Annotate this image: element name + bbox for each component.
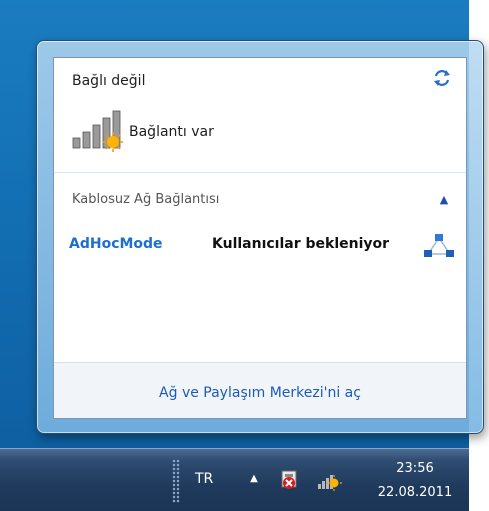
open-network-center-link[interactable]: Ağ ve Paylaşım Merkezi'ni aç	[54, 385, 466, 401]
section-divider	[54, 172, 466, 173]
connection-status-title: Bağlı değil	[72, 73, 146, 89]
collapse-button[interactable]: ▲	[436, 192, 452, 208]
clock-date: 22.08.2011	[377, 485, 453, 500]
refresh-icon	[434, 70, 450, 86]
refresh-button[interactable]	[430, 66, 454, 90]
wifi-signal-icon	[72, 110, 123, 152]
clock-time: 23:56	[396, 461, 434, 476]
wireless-section-title: Kablosuz Ağ Bağlantısı	[72, 192, 220, 207]
chevron-up-icon: ▲	[439, 193, 449, 206]
language-indicator[interactable]: TR	[195, 471, 213, 487]
chevron-up-icon: ▲	[250, 473, 258, 484]
adhoc-network-icon	[424, 234, 454, 257]
action-center-icon[interactable]	[278, 469, 300, 491]
network-tray-icon[interactable]	[316, 469, 342, 491]
tray-grip[interactable]	[172, 459, 180, 503]
network-name: AdHocMode	[69, 236, 163, 252]
network-status: Kullanıcılar bekleniyor	[212, 236, 390, 252]
flyout-footer: Ağ ve Paylaşım Merkezi'ni aç	[54, 362, 466, 418]
network-flyout: Bağlı değil Bağlantı var Kablosuz Ağ Bağ…	[36, 40, 484, 434]
connections-available-label: Bağlantı var	[129, 124, 214, 140]
show-hidden-icons-button[interactable]: ▲	[247, 473, 261, 487]
flyout-panel: Bağlı değil Bağlantı var Kablosuz Ağ Bağ…	[53, 57, 467, 419]
system-clock[interactable]: 23:56 22.08.2011	[368, 457, 462, 505]
connection-status-section: Bağlı değil Bağlantı var	[54, 58, 466, 172]
network-list-item[interactable]: AdHocMode Kullanıcılar bekleniyor	[54, 226, 466, 262]
taskbar: TR ▲ 23:56 22.08.2011	[0, 448, 469, 511]
